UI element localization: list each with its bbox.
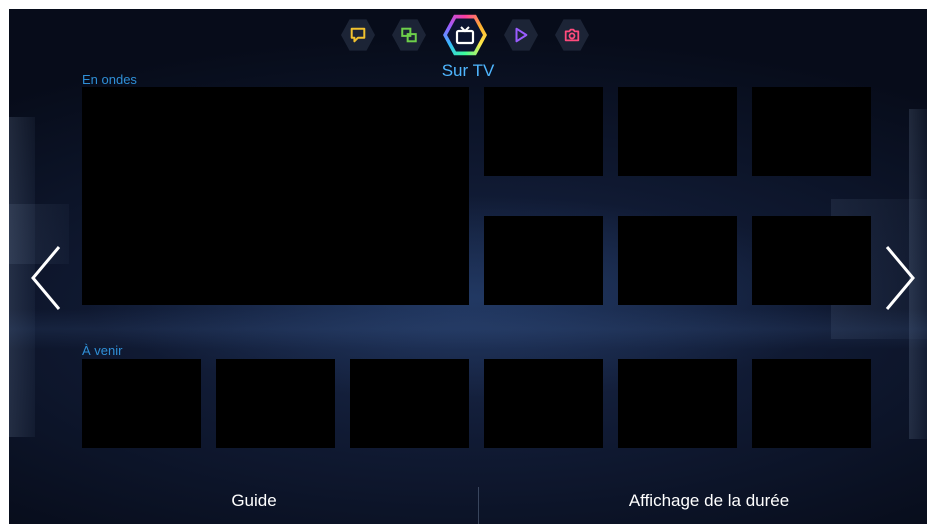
- duration-display-button[interactable]: Affichage de la durée: [569, 491, 849, 511]
- chat-app-button[interactable]: [341, 19, 375, 51]
- prev-page-button[interactable]: [29, 245, 63, 316]
- on-tv-app-button[interactable]: [443, 14, 487, 56]
- floor-glow: [9, 309, 927, 349]
- on-air-tile[interactable]: [618, 87, 737, 176]
- on-air-tile[interactable]: [484, 216, 603, 305]
- multi-screen-app-button[interactable]: [392, 19, 426, 51]
- screen: Sur TV En ondes À venir Guide Affichage …: [0, 0, 930, 524]
- on-air-tile[interactable]: [752, 216, 871, 305]
- upcoming-tile[interactable]: [216, 359, 335, 448]
- bottom-bar: Guide Affichage de la durée: [9, 477, 927, 524]
- upcoming-tile[interactable]: [484, 359, 603, 448]
- guide-button[interactable]: Guide: [189, 491, 319, 511]
- tv-icon: [455, 26, 475, 45]
- bottom-divider: [478, 487, 479, 524]
- on-air-tile[interactable]: [484, 87, 603, 176]
- upcoming-tile[interactable]: [618, 359, 737, 448]
- upcoming-label: À venir: [82, 343, 123, 358]
- photo-app-button[interactable]: [555, 19, 589, 51]
- on-air-tile[interactable]: [618, 216, 737, 305]
- on-air-tile[interactable]: [752, 87, 871, 176]
- play-icon: [515, 27, 528, 43]
- app-icon-bar: [341, 13, 589, 57]
- on-air-label: En ondes: [82, 72, 137, 87]
- featured-tile[interactable]: [82, 87, 469, 305]
- next-page-button[interactable]: [883, 245, 917, 316]
- tv-screen: Sur TV En ondes À venir Guide Affichage …: [9, 9, 927, 524]
- multi-screen-icon: [401, 27, 417, 43]
- media-app-button[interactable]: [504, 19, 538, 51]
- chat-icon: [350, 27, 366, 43]
- upcoming-tile[interactable]: [350, 359, 469, 448]
- camera-icon: [564, 28, 580, 42]
- upcoming-tile[interactable]: [752, 359, 871, 448]
- chevron-right-icon: [885, 246, 915, 310]
- upcoming-tile[interactable]: [82, 359, 201, 448]
- on-tv-app-inner: [447, 18, 483, 52]
- active-section-title: Sur TV: [441, 61, 495, 80]
- chevron-left-icon: [31, 246, 61, 310]
